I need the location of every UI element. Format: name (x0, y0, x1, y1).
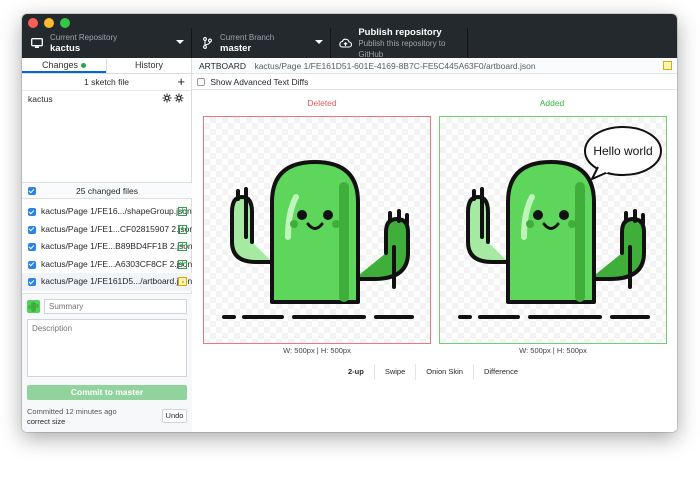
sketch-files-header: 1 sketch file + (22, 74, 191, 91)
current-repository-selector[interactable]: Current Repository kactus (22, 28, 192, 58)
file-row[interactable]: kactus/Page 1/FE16.../shapeGroup.json + (22, 203, 192, 221)
sketch-files-count: 1 sketch file (84, 77, 129, 87)
added-status-icon: + (178, 224, 187, 234)
branch-label: Current Branch (220, 33, 275, 42)
file-row[interactable]: kactus/Page 1/FE1...CF02815907 2.json + (22, 221, 195, 239)
chevron-down-icon (176, 40, 184, 44)
mode-difference[interactable]: Difference (472, 364, 528, 380)
commit-panel: Commit to master Committed 12 minutes ag… (22, 293, 192, 432)
added-image-dimensions: W: 500px | H: 500px (519, 346, 587, 355)
sketch-file-item[interactable]: kactus (22, 91, 191, 107)
file-path: kactus/Page 1/FE...A6303CF8CF 2.json (41, 258, 193, 269)
tab-changes[interactable]: Changes (22, 58, 106, 73)
changes-indicator-icon (81, 63, 87, 69)
file-checkbox[interactable] (28, 225, 36, 234)
file-path: kactus/Page 1/FE16.../shapeGroup.json (41, 206, 192, 216)
changed-files-list: kactus/Page 1/FE16.../shapeGroup.json + … (22, 203, 195, 291)
advanced-diff-checkbox[interactable] (197, 77, 205, 86)
file-path-bar: ARTBOARD kactus/Page 1/FE161D51-601E-416… (192, 58, 677, 74)
branch-name: master (220, 43, 252, 54)
publish-repository-button[interactable]: Publish repository Publish this reposito… (331, 26, 468, 59)
speech-bubble: Hello world (584, 126, 662, 180)
file-path: kactus/Page 1/FE161D51-601E-4169-8B7C-FE… (254, 61, 536, 71)
added-image-panel: Hello world (439, 116, 667, 344)
deleted-image-dimensions: W: 500px | H: 500px (283, 346, 351, 355)
sidebar-tabs: Changes History (22, 58, 191, 74)
desktop-icon (30, 36, 44, 50)
publish-description: Publish this repository to GitHub (358, 38, 446, 59)
changed-files-count: 25 changed files (76, 186, 138, 196)
cloud-upload-icon (339, 36, 353, 50)
mode-swipe[interactable]: Swipe (373, 364, 415, 380)
advanced-diff-label: Show Advanced Text Diffs (210, 77, 309, 87)
last-commit-time: Committed 12 minutes ago (27, 407, 117, 416)
file-row[interactable]: kactus/Page 1/FE...B89BD4FF1B 2.json + (22, 238, 193, 256)
export-icon[interactable] (174, 93, 184, 103)
changed-files-header: 25 changed files (22, 182, 192, 199)
undo-button[interactable]: Undo (162, 409, 187, 423)
file-checkbox[interactable] (28, 260, 36, 269)
tab-history-label: History (134, 60, 163, 70)
commit-description-input[interactable] (27, 319, 187, 377)
app-window: Current Repository kactus Current Branch… (22, 14, 677, 432)
file-path: kactus/Page 1/FE1...CF02815907 2.json (41, 223, 195, 234)
current-branch-selector[interactable]: Current Branch master (192, 28, 331, 58)
add-sketch-file-button[interactable]: + (177, 74, 185, 90)
tab-changes-label: Changes (41, 60, 79, 70)
file-checkbox[interactable] (28, 208, 36, 216)
chevron-down-icon (315, 40, 323, 44)
window-controls (28, 18, 70, 28)
minimize-window-button[interactable] (44, 18, 54, 28)
modified-status-icon (663, 61, 672, 70)
added-label: Added (539, 98, 565, 108)
repository-label: Current Repository (50, 33, 118, 42)
modified-status-icon (178, 277, 187, 286)
added-status-icon: + (178, 242, 187, 251)
zoom-window-button[interactable] (60, 18, 70, 28)
publish-label: Publish repository (358, 26, 442, 38)
tab-history[interactable]: History (106, 58, 191, 73)
select-all-checkbox[interactable] (28, 187, 36, 195)
sidebar: Changes History 1 sketch file + kactus 2… (22, 58, 195, 432)
file-type-label: ARTBOARD (199, 61, 247, 71)
file-path: kactus/Page 1/FE...B89BD4FF1B 2.json (41, 241, 193, 251)
added-status-icon: + (178, 207, 187, 216)
cactus-image (222, 160, 414, 319)
added-status-icon: + (178, 259, 187, 269)
commit-summary-input[interactable] (44, 299, 187, 314)
last-commit-message: correct size (27, 417, 66, 426)
sketch-file-name: kactus (28, 94, 53, 104)
file-path: kactus/Page 1/FE161D5.../artboard.json (41, 276, 193, 286)
deleted-label: Deleted (307, 98, 337, 108)
advanced-diff-toggle-row[interactable]: Show Advanced Text Diffs (192, 74, 677, 90)
diff-mode-selector: 2-up Swipe Onion Skin Difference (338, 364, 528, 380)
file-row[interactable]: kactus/Page 1/FE...A6303CF8CF 2.json + (22, 256, 192, 274)
close-window-button[interactable] (28, 18, 38, 28)
last-commit-info: Committed 12 minutes ago correct size (27, 407, 117, 427)
speech-text: Hello world (593, 144, 652, 158)
mode-2-up[interactable]: 2-up (338, 364, 374, 380)
commit-button[interactable]: Commit to master (27, 385, 187, 400)
import-icon[interactable] (162, 93, 172, 103)
repository-name: kactus (50, 43, 81, 54)
file-row[interactable]: kactus/Page 1/FE161D5.../artboard.json (22, 273, 192, 291)
file-checkbox[interactable] (28, 243, 36, 251)
cactus-image: Hello world (458, 126, 662, 319)
summary-row (27, 299, 187, 314)
toolbar: Current Repository kactus Current Branch… (22, 14, 677, 59)
avatar (27, 300, 40, 313)
file-checkbox[interactable] (28, 278, 36, 286)
deleted-image-panel (203, 116, 431, 344)
diff-view: ARTBOARD kactus/Page 1/FE161D51-601E-416… (192, 58, 677, 432)
branch-icon (200, 36, 214, 50)
mode-onion-skin[interactable]: Onion Skin (415, 364, 473, 380)
